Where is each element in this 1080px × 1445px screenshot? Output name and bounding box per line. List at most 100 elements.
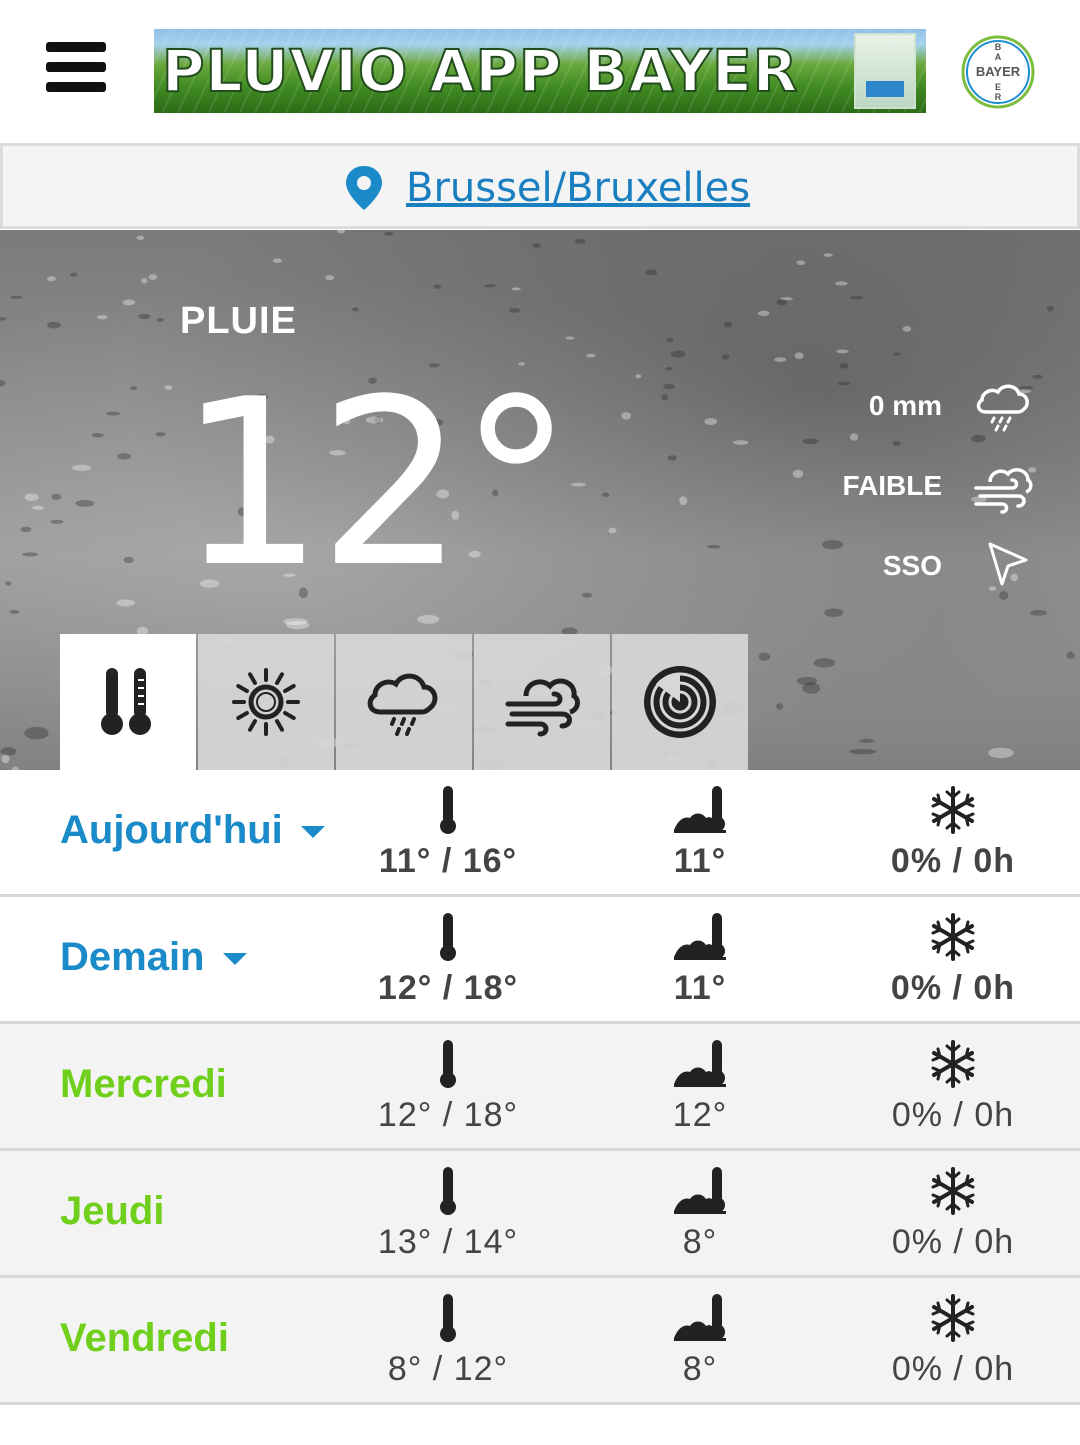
frost-risk: 0% / 0h [891,1096,1015,1134]
forecast-table: Aujourd'hui 11° / 16° 11° 0% / 0h Demain 12° … [0,770,1080,1405]
frost-risk: 0% / 0h [891,1223,1015,1261]
snowflake-icon [833,1165,1073,1217]
snowflake-icon [833,911,1073,963]
banner-title: PLUVIO APP BAYER [161,36,799,106]
day-label[interactable]: Aujourd'hui [60,808,325,853]
soil-temperature-cell: 11° [580,911,820,1008]
precipitation-row: 0 mm [780,378,1080,438]
soil-temperature-cell: 12° [580,1038,820,1135]
current-temperature: 12° [178,351,574,618]
bayer-logo: BAYER B A E R [961,35,1035,109]
day-name: Aujourd'hui [60,808,283,852]
soil-thermometer-icon [580,1038,820,1090]
thermometer-icon [328,911,568,963]
temperature-range: 11° / 16° [378,842,518,880]
tab-sunshine[interactable] [198,634,334,770]
svg-text:A: A [995,52,1002,62]
air-temperature-cell: 12° / 18° [328,911,568,1008]
snowflake-icon [833,1038,1073,1090]
temperature-range: 8° / 12° [387,1350,509,1388]
day-label: Vendredi [60,1316,229,1361]
wind-direction-arrow-icon [988,542,1028,586]
soil-thermometer-icon [580,911,820,963]
air-temperature-cell: 8° / 12° [328,1292,568,1389]
location-pin-icon [346,166,382,210]
ad-banner[interactable]: PLUVIO APP BAYER [154,29,926,113]
precipitation-value: 0 mm [868,390,942,421]
chevron-down-icon[interactable] [222,953,247,966]
svg-text:R: R [995,92,1002,102]
forecast-row[interactable]: Aujourd'hui 11° / 16° 11° 0% / 0h [0,770,1080,897]
forecast-row: Jeudi 13° / 14° 8° 0% / 0h [0,1151,1080,1278]
thermometer-icon [328,1165,568,1217]
wind-cloud-icon [974,468,1033,514]
chevron-down-icon[interactable] [300,826,325,839]
soil-thermometer-icon [580,1165,820,1217]
wind-direction-value: SSO [882,550,942,581]
app-header: PLUVIO APP BAYER BAYER B A E R [0,0,1080,142]
sun-icon [232,668,300,736]
air-temperature-cell: 12° / 18° [328,1038,568,1135]
soil-temperature: 12° [672,1096,728,1134]
temperature-range: 12° / 18° [377,1096,519,1134]
snowflake-icon [833,1292,1073,1344]
frost-cell: 0% / 0h [833,1292,1073,1389]
thermometer-icon [101,668,151,735]
forecast-row[interactable]: Demain 12° / 18° 11° 0% / 0h [0,897,1080,1024]
soil-thermometer-icon [580,1292,820,1344]
day-name: Vendredi [60,1316,229,1360]
day-label: Jeudi [60,1189,164,1234]
air-temperature-cell: 13° / 14° [328,1165,568,1262]
soil-temperature: 11° [673,969,727,1007]
forecast-row: Vendredi 8° / 12° 8° 0% / 0h [0,1278,1080,1405]
frost-risk: 0% / 0h [891,1350,1015,1388]
tab-precipitation[interactable] [336,634,472,770]
wind-strength-row: FAIBLE [780,458,1080,518]
soil-temperature-cell: 8° [580,1292,820,1389]
tab-radar[interactable] [612,634,748,770]
soil-temperature-cell: 11° [580,784,820,881]
frost-cell: 0% / 0h [833,784,1073,881]
tab-wind[interactable] [474,634,610,770]
temperature-range: 12° / 18° [377,969,519,1007]
location-bar: Brussel/Bruxelles [0,143,1080,229]
day-name: Mercredi [60,1062,227,1106]
radar-icon [644,666,716,738]
weather-condition: PLUIE [180,300,297,342]
air-temperature-cell: 11° / 16° [328,784,568,881]
day-label: Mercredi [60,1062,227,1107]
day-name: Jeudi [60,1189,165,1233]
frost-risk: 0% / 0h [890,969,1016,1007]
soil-thermometer-icon [580,784,820,836]
rain-cloud-icon [367,673,438,736]
thermometer-icon [328,1038,568,1090]
hamburger-menu-icon[interactable] [46,42,106,92]
wind-cloud-icon [505,678,580,737]
tab-temperature[interactable] [60,634,196,770]
current-weather-panel: PLUIE 12° 0 mm FAIBLE SSO [0,230,1080,770]
soil-temperature: 8° [682,1223,718,1261]
logo-text: BAYER [976,64,1021,79]
frost-cell: 0% / 0h [833,911,1073,1008]
temperature-range: 13° / 14° [377,1223,519,1261]
wind-direction-row: SSO [780,538,1080,598]
day-name: Demain [60,935,205,979]
soil-temperature: 11° [673,842,727,880]
soil-temperature: 8° [682,1350,718,1388]
soil-temperature-cell: 8° [580,1165,820,1262]
location-link[interactable]: Brussel/Bruxelles [406,164,750,212]
rain-cloud-icon [976,384,1029,432]
forecast-row: Mercredi 12° / 18° 12° 0% / 0h [0,1024,1080,1151]
day-label[interactable]: Demain [60,935,247,980]
view-tabs [60,634,750,770]
frost-risk: 0% / 0h [890,842,1016,880]
frost-cell: 0% / 0h [833,1038,1073,1135]
svg-text:E: E [995,82,1001,92]
frost-cell: 0% / 0h [833,1165,1073,1262]
thermometer-icon [328,1292,568,1344]
svg-text:B: B [995,42,1002,52]
wind-strength-value: FAIBLE [842,470,942,501]
product-image [854,33,916,109]
thermometer-icon [328,784,568,836]
snowflake-icon [833,784,1073,836]
